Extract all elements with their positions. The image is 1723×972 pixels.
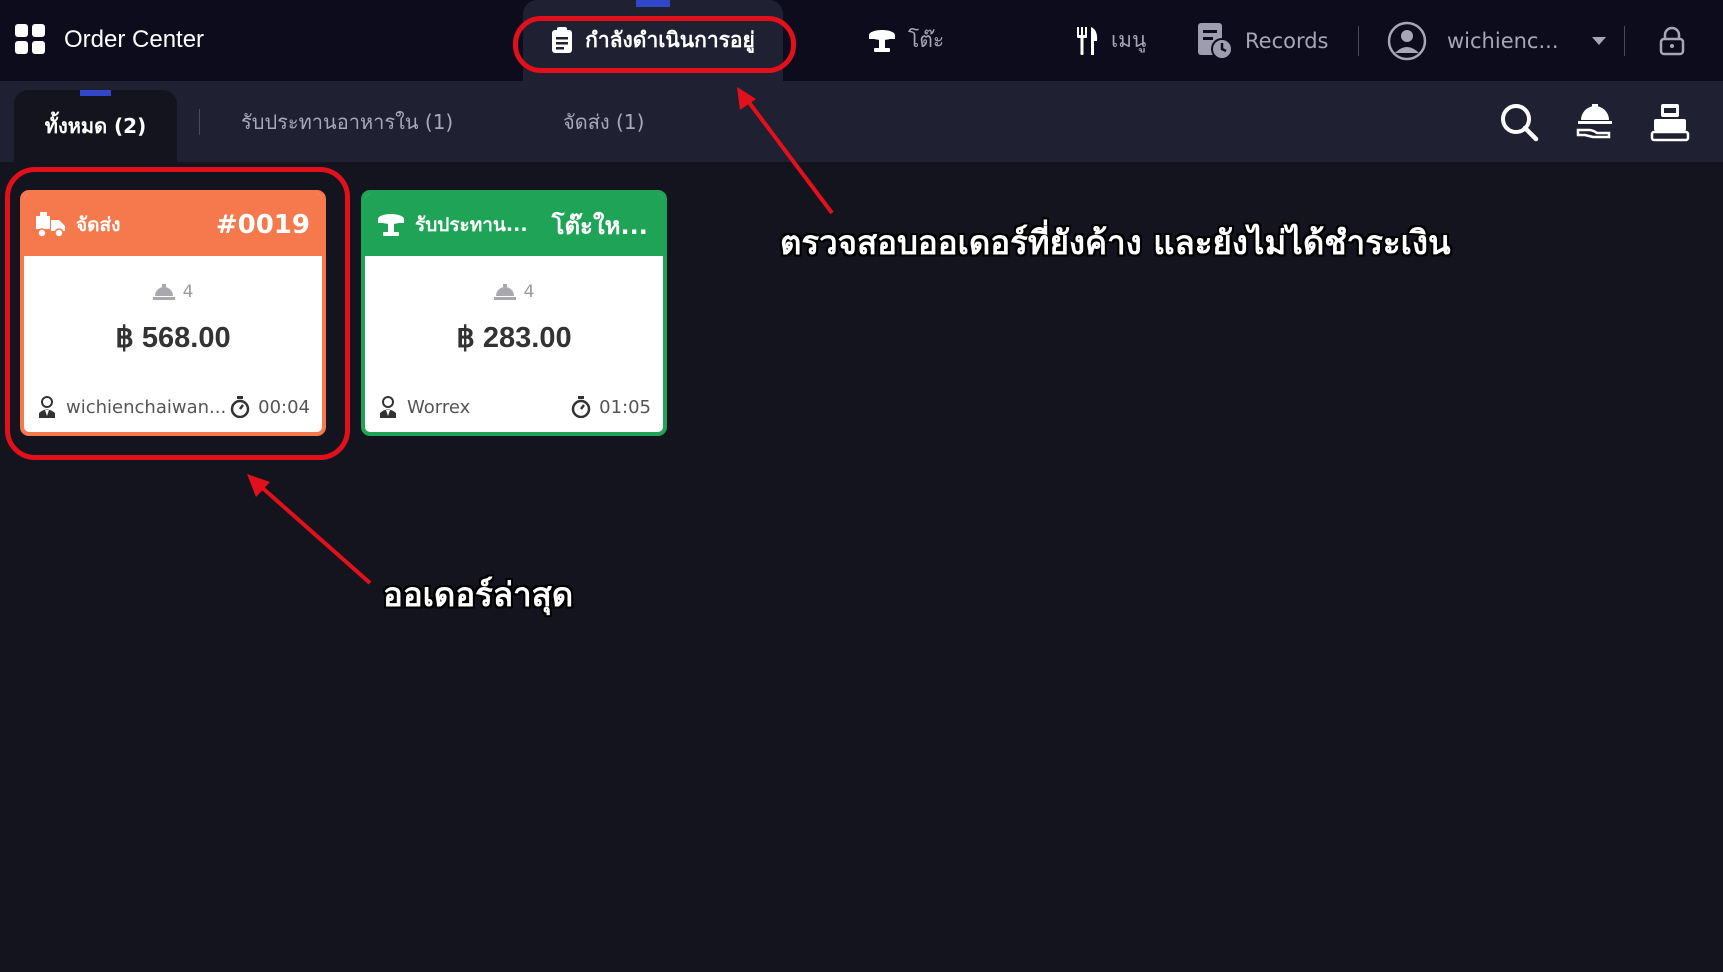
highlight-in-progress-tab: [513, 16, 796, 73]
tab-dine-in[interactable]: รับประทานอาหารใน (1): [241, 81, 453, 162]
annotation-pending-orders: ตรวจสอบออเดอร์ที่ยังค้าง และยังไม่ได้ชำร…: [780, 223, 1451, 262]
staff-icon: [380, 396, 396, 418]
tab-delivery[interactable]: จัดส่ง (1): [563, 81, 644, 162]
nav-records[interactable]: Records: [1197, 0, 1329, 81]
arrowhead-latest-order: [247, 474, 270, 497]
annotation-latest-order: ออเดอร์ล่าสุด: [383, 575, 574, 614]
elapsed-time: 01:05: [599, 396, 651, 418]
staff-name: Worrex: [407, 396, 471, 418]
nav-records-label: Records: [1245, 28, 1329, 53]
tab-all[interactable]: ทั้งหมด (2): [14, 90, 177, 162]
active-tab-indicator: [80, 90, 111, 96]
username-label: wichienc...: [1447, 28, 1559, 53]
app-title: Order Center: [64, 25, 205, 53]
brand: Order Center: [15, 24, 204, 55]
order-amount: ฿ 283.00: [456, 322, 572, 354]
tab-divider: [199, 109, 200, 135]
nav-tables[interactable]: โต๊ะ: [868, 0, 944, 81]
lock-icon[interactable]: [1659, 26, 1685, 56]
order-footer: Worrex 01:05: [379, 396, 651, 418]
filter-tab-bar: ทั้งหมด (2) รับประทานอาหารใน (1) จัดส่ง …: [0, 81, 1723, 162]
nav-divider: [1358, 26, 1359, 56]
arrow-to-latest-order: [256, 482, 372, 585]
records-icon: [1198, 22, 1233, 60]
user-avatar-icon: [1387, 21, 1427, 60]
grid-menu-icon[interactable]: [15, 24, 46, 55]
highlight-latest-order: [5, 167, 350, 460]
tab-delivery-label: จัดส่ง (1): [563, 109, 645, 134]
tab-dine-in-label: รับประทานอาหารใน (1): [241, 109, 454, 134]
item-count: 4: [365, 282, 663, 302]
cash-register-icon[interactable]: [1650, 102, 1690, 142]
serving-hand-icon[interactable]: [1575, 102, 1615, 142]
nav-menu-label: เมนู: [1111, 28, 1147, 52]
table-icon: [378, 214, 404, 236]
order-card-header: รับประทาน... โต๊ะให...: [365, 194, 663, 256]
food-cloche-icon: [493, 284, 516, 300]
table-icon: [869, 29, 895, 52]
order-type: รับประทาน...: [415, 214, 528, 236]
item-count-value: 4: [523, 282, 535, 302]
nav-tables-label: โต๊ะ: [908, 28, 945, 52]
fork-knife-icon: [1077, 26, 1098, 55]
user-menu[interactable]: wichienc...: [1387, 0, 1607, 81]
nav-divider: [1624, 26, 1625, 56]
search-icon[interactable]: [1499, 102, 1539, 142]
nav-menu[interactable]: เมนู: [1075, 0, 1146, 81]
table-name: โต๊ะให...: [551, 211, 648, 240]
stopwatch-icon: [571, 396, 591, 418]
top-bar: Order Center กำลังดำเนินการอยู่ โต๊ะ เมน…: [0, 0, 1723, 81]
tab-all-label: ทั้งหมด (2): [44, 114, 147, 138]
active-nav-indicator: [636, 0, 670, 7]
order-card-dine-in[interactable]: รับประทาน... โต๊ะให... 4 ฿ 283.00 Worrex: [361, 190, 667, 436]
chevron-down-icon: [1591, 36, 1606, 45]
